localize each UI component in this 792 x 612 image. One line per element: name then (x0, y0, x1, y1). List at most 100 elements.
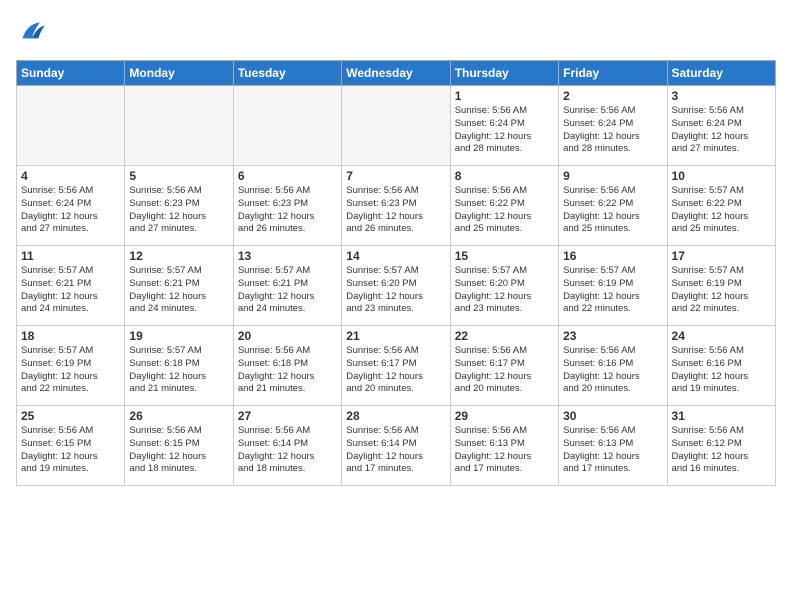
cal-cell: 3Sunrise: 5:56 AM Sunset: 6:24 PM Daylig… (667, 86, 775, 166)
cal-cell: 6 Sunrise: 5:56 AM Sunset: 6:23 PM Daylig… (233, 166, 341, 246)
day-info: Sunrise: 5:57 AM Sunset: 6:19 PM Dayligh… (563, 265, 662, 316)
day-number: 18 (21, 329, 120, 343)
day-info: Sunrise: 5:57 AM Sunset: 6:19 PM Dayligh… (672, 265, 771, 316)
day-number: 17 (672, 249, 771, 263)
day-number: 20 (238, 329, 337, 343)
day-info: Sunrise: 5:56 AM Sunset: 6:24 PM Dayligh… (563, 105, 662, 156)
day-number: 27 (238, 409, 337, 423)
day-info: Sunrise: 5:56 AM Sunset: 6:15 PM Dayligh… (129, 425, 228, 476)
day-number: 31 (672, 409, 771, 423)
day-info: Sunrise: 5:57 AM Sunset: 6:19 PM Dayligh… (21, 345, 120, 396)
day-info: Sunrise: 5:57 AM Sunset: 6:21 PM Dayligh… (129, 265, 228, 316)
cal-cell (17, 86, 125, 166)
day-info: Sunrise: 5:57 AM Sunset: 6:21 PM Dayligh… (21, 265, 120, 316)
day-info: Sunrise: 5:56 AM Sunset: 6:18 PM Dayligh… (238, 345, 337, 396)
day-info: Sunrise: 5:56 AM Sunset: 6:22 PM Dayligh… (563, 185, 662, 236)
day-number: 11 (21, 249, 120, 263)
cal-cell: 4 Sunrise: 5:56 AM Sunset: 6:24 PM Daylig… (17, 166, 125, 246)
col-header-wednesday: Wednesday (342, 61, 450, 86)
col-header-friday: Friday (559, 61, 667, 86)
cal-cell: 20 Sunrise: 5:56 AM Sunset: 6:18 PM Dayli… (233, 326, 341, 406)
day-info: Sunrise: 5:56 AM Sunset: 6:24 PM Dayligh… (672, 105, 771, 156)
page-header (16, 16, 776, 48)
day-number: 6 (238, 169, 337, 183)
col-header-monday: Monday (125, 61, 233, 86)
cal-cell: 2 Sunrise: 5:56 AM Sunset: 6:24 PM Daylig… (559, 86, 667, 166)
cal-cell: 10Sunrise: 5:57 AM Sunset: 6:22 PM Dayli… (667, 166, 775, 246)
day-number: 5 (129, 169, 228, 183)
cal-cell: 12Sunrise: 5:57 AM Sunset: 6:21 PM Dayli… (125, 246, 233, 326)
day-number: 22 (455, 329, 554, 343)
week-row-2: 11 Sunrise: 5:57 AM Sunset: 6:21 PM Dayli… (17, 246, 776, 326)
day-info: Sunrise: 5:56 AM Sunset: 6:23 PM Dayligh… (129, 185, 228, 236)
day-number: 9 (563, 169, 662, 183)
col-header-thursday: Thursday (450, 61, 558, 86)
cal-cell: 11 Sunrise: 5:57 AM Sunset: 6:21 PM Dayli… (17, 246, 125, 326)
day-info: Sunrise: 5:56 AM Sunset: 6:22 PM Dayligh… (455, 185, 554, 236)
day-info: Sunrise: 5:56 AM Sunset: 6:24 PM Dayligh… (21, 185, 120, 236)
day-number: 19 (129, 329, 228, 343)
week-row-3: 18 Sunrise: 5:57 AM Sunset: 6:19 PM Dayli… (17, 326, 776, 406)
cal-cell: 18 Sunrise: 5:57 AM Sunset: 6:19 PM Dayli… (17, 326, 125, 406)
cal-cell: 28 Sunrise: 5:56 AM Sunset: 6:14 PM Dayli… (342, 406, 450, 486)
logo-icon (16, 16, 48, 48)
week-row-0: 1 Sunrise: 5:56 AM Sunset: 6:24 PM Daylig… (17, 86, 776, 166)
cal-cell: 23 Sunrise: 5:56 AM Sunset: 6:16 PM Dayli… (559, 326, 667, 406)
day-number: 23 (563, 329, 662, 343)
cal-cell: 8 Sunrise: 5:56 AM Sunset: 6:22 PM Daylig… (450, 166, 558, 246)
day-info: Sunrise: 5:57 AM Sunset: 6:22 PM Dayligh… (672, 185, 771, 236)
day-number: 29 (455, 409, 554, 423)
day-number: 14 (346, 249, 445, 263)
col-header-sunday: Sunday (17, 61, 125, 86)
day-info: Sunrise: 5:56 AM Sunset: 6:14 PM Dayligh… (238, 425, 337, 476)
header-row: SundayMondayTuesdayWednesdayThursdayFrid… (17, 61, 776, 86)
cal-cell: 16 Sunrise: 5:57 AM Sunset: 6:19 PM Dayli… (559, 246, 667, 326)
day-number: 25 (21, 409, 120, 423)
cal-cell: 24 Sunrise: 5:56 AM Sunset: 6:16 PM Dayli… (667, 326, 775, 406)
day-number: 2 (563, 89, 662, 103)
day-number: 21 (346, 329, 445, 343)
day-info: Sunrise: 5:56 AM Sunset: 6:13 PM Dayligh… (563, 425, 662, 476)
day-info: Sunrise: 5:56 AM Sunset: 6:24 PM Dayligh… (455, 105, 554, 156)
day-info: Sunrise: 5:56 AM Sunset: 6:23 PM Dayligh… (346, 185, 445, 236)
cal-cell: 1 Sunrise: 5:56 AM Sunset: 6:24 PM Daylig… (450, 86, 558, 166)
cal-cell: 22 Sunrise: 5:56 AM Sunset: 6:17 PM Dayli… (450, 326, 558, 406)
day-number: 15 (455, 249, 554, 263)
day-number: 16 (563, 249, 662, 263)
day-number: 24 (672, 329, 771, 343)
week-row-1: 4 Sunrise: 5:56 AM Sunset: 6:24 PM Daylig… (17, 166, 776, 246)
day-number: 7 (346, 169, 445, 183)
cal-cell: 26 Sunrise: 5:56 AM Sunset: 6:15 PM Dayli… (125, 406, 233, 486)
day-info: Sunrise: 5:56 AM Sunset: 6:16 PM Dayligh… (563, 345, 662, 396)
day-number: 8 (455, 169, 554, 183)
cal-cell: 27 Sunrise: 5:56 AM Sunset: 6:14 PM Dayli… (233, 406, 341, 486)
week-row-4: 25 Sunrise: 5:56 AM Sunset: 6:15 PM Dayli… (17, 406, 776, 486)
day-info: Sunrise: 5:56 AM Sunset: 6:17 PM Dayligh… (346, 345, 445, 396)
day-info: Sunrise: 5:57 AM Sunset: 6:18 PM Dayligh… (129, 345, 228, 396)
day-info: Sunrise: 5:56 AM Sunset: 6:13 PM Dayligh… (455, 425, 554, 476)
cal-cell (125, 86, 233, 166)
day-info: Sunrise: 5:57 AM Sunset: 6:21 PM Dayligh… (238, 265, 337, 316)
day-info: Sunrise: 5:56 AM Sunset: 6:16 PM Dayligh… (672, 345, 771, 396)
day-info: Sunrise: 5:56 AM Sunset: 6:23 PM Dayligh… (238, 185, 337, 236)
day-number: 28 (346, 409, 445, 423)
day-number: 30 (563, 409, 662, 423)
day-number: 13 (238, 249, 337, 263)
cal-cell: 15 Sunrise: 5:57 AM Sunset: 6:20 PM Dayli… (450, 246, 558, 326)
cal-cell: 25 Sunrise: 5:56 AM Sunset: 6:15 PM Dayli… (17, 406, 125, 486)
day-info: Sunrise: 5:56 AM Sunset: 6:15 PM Dayligh… (21, 425, 120, 476)
day-number: 4 (21, 169, 120, 183)
cal-cell: 5 Sunrise: 5:56 AM Sunset: 6:23 PM Daylig… (125, 166, 233, 246)
col-header-tuesday: Tuesday (233, 61, 341, 86)
logo (16, 16, 52, 48)
day-number: 1 (455, 89, 554, 103)
cal-cell: 31Sunrise: 5:56 AM Sunset: 6:12 PM Dayli… (667, 406, 775, 486)
day-info: Sunrise: 5:56 AM Sunset: 6:17 PM Dayligh… (455, 345, 554, 396)
calendar-table: SundayMondayTuesdayWednesdayThursdayFrid… (16, 60, 776, 486)
day-info: Sunrise: 5:57 AM Sunset: 6:20 PM Dayligh… (455, 265, 554, 316)
day-number: 26 (129, 409, 228, 423)
cal-cell (342, 86, 450, 166)
day-info: Sunrise: 5:57 AM Sunset: 6:20 PM Dayligh… (346, 265, 445, 316)
cal-cell: 19 Sunrise: 5:57 AM Sunset: 6:18 PM Dayli… (125, 326, 233, 406)
day-info: Sunrise: 5:56 AM Sunset: 6:14 PM Dayligh… (346, 425, 445, 476)
